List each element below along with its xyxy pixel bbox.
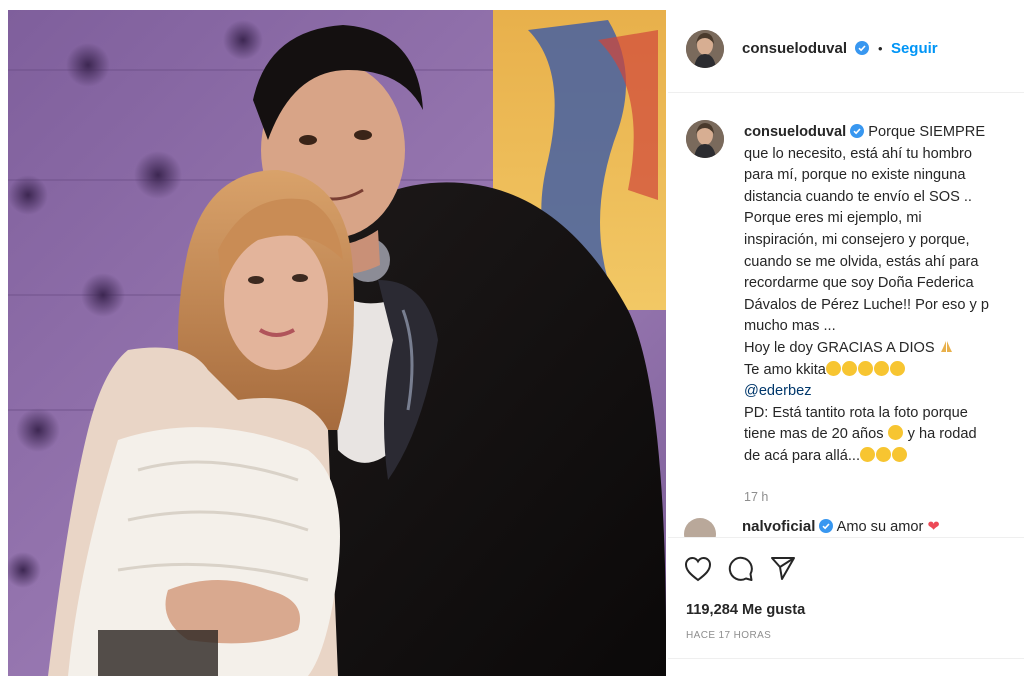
caption-line: PD: Está tantito rota la foto porque [744,404,968,421]
verified-badge-icon [819,519,834,533]
caption-line: Dávalos de Pérez Luche!! Por eso y p [744,296,989,313]
nerd-face-emoji-icon [892,446,908,462]
rolling-eyes-emoji-icon [860,446,876,462]
commenter-avatar[interactable] [684,518,716,538]
caption-line-text: tiene mas de 20 años [744,426,884,443]
caption-author-avatar[interactable] [686,120,724,158]
author-username[interactable]: consueloduval [742,40,847,57]
action-icons [684,554,807,587]
red-heart-emoji-icon: ❤ [927,519,940,535]
upside-down-face-emoji-icon [841,360,857,376]
caption-line: que lo necesito, está ahí tu hombro [744,145,972,162]
heart-outline-icon[interactable] [684,556,712,587]
comment-text: Amo su amor [836,519,924,535]
caption-line: inspiración, mi consejero y porque, [744,231,970,248]
caption-line-text: de acá para allá... [744,447,861,464]
comment-bubble-icon[interactable] [726,554,754,587]
heart-eyes-emoji-icon [873,360,889,376]
caption-line: Te amo kkita [744,360,1024,382]
post-actions: 119,284 Me gusta HACE 17 HORAS [668,537,1024,676]
caption-line: Hoy le doy GRACIAS A DIOS [744,338,1024,360]
face-savoring-emoji-icon [825,360,841,376]
zany-face-emoji-icon [857,360,873,376]
caption-line: recordarme que soy Doña Federica [744,275,974,292]
praying-hands-emoji-icon [939,339,954,354]
caption-line: consueloduval Porque SIEMPRE [744,122,1024,144]
avatar-image [686,120,724,158]
post-header: consueloduval • Seguir [668,10,1024,93]
divider [668,658,1024,659]
verified-badge-icon [850,124,865,138]
heart-eyes-emoji-icon [887,425,903,441]
comment-row: nalvoficial Amo su amor ❤ [684,518,1024,538]
caption-timestamp[interactable]: 17 h [744,490,768,504]
caption-line: Porque eres mi ejemplo, mi [744,210,922,227]
instagram-post-view: consueloduval • Seguir consueloduval Por… [0,0,1024,683]
mention-link[interactable]: @ederbez [744,381,1024,403]
caption-line: tiene mas de 20 años y ha rodad [744,424,1024,446]
post-photo[interactable] [8,10,666,676]
post-photo-illustration [8,10,666,676]
header-user-row: consueloduval • Seguir [742,40,938,58]
see-no-evil-monkey-emoji-icon [876,446,892,462]
avatar-image [686,30,724,68]
caption-line-text: Te amo kkita [744,361,826,378]
follow-button[interactable]: Seguir [891,40,938,57]
paper-plane-icon[interactable] [769,554,797,587]
post-age: HACE 17 HORAS [686,630,772,641]
caption-line: de acá para allá... [744,446,1024,468]
caption-block: consueloduval Porque SIEMPRE que lo nece… [668,110,1024,530]
caption-text: consueloduval Porque SIEMPRE que lo nece… [744,122,1024,468]
commenter-username[interactable]: nalvoficial [742,518,815,535]
caption-line: mucho mas ... [744,318,836,335]
post-side-panel: consueloduval • Seguir consueloduval Por… [668,10,1024,676]
caption-line: para mí, porque no existe ninguna [744,167,966,184]
caption-line-text: y ha rodad [907,426,977,443]
verified-badge-icon [855,41,870,55]
separator-dot: • [877,41,883,56]
caption-username[interactable]: consueloduval [744,124,846,140]
caption-line-text: Porque SIEMPRE [868,124,986,140]
likes-count[interactable]: 119,284 Me gusta [686,602,805,618]
author-avatar[interactable] [686,30,724,68]
caption-line: distancia cuando te envío el SOS .. [744,188,972,205]
caption-line: cuando se me olvida, estás ahí para [744,253,979,270]
nerd-face-emoji-icon [889,360,905,376]
caption-line-text: Hoy le doy GRACIAS A DIOS [744,339,935,356]
